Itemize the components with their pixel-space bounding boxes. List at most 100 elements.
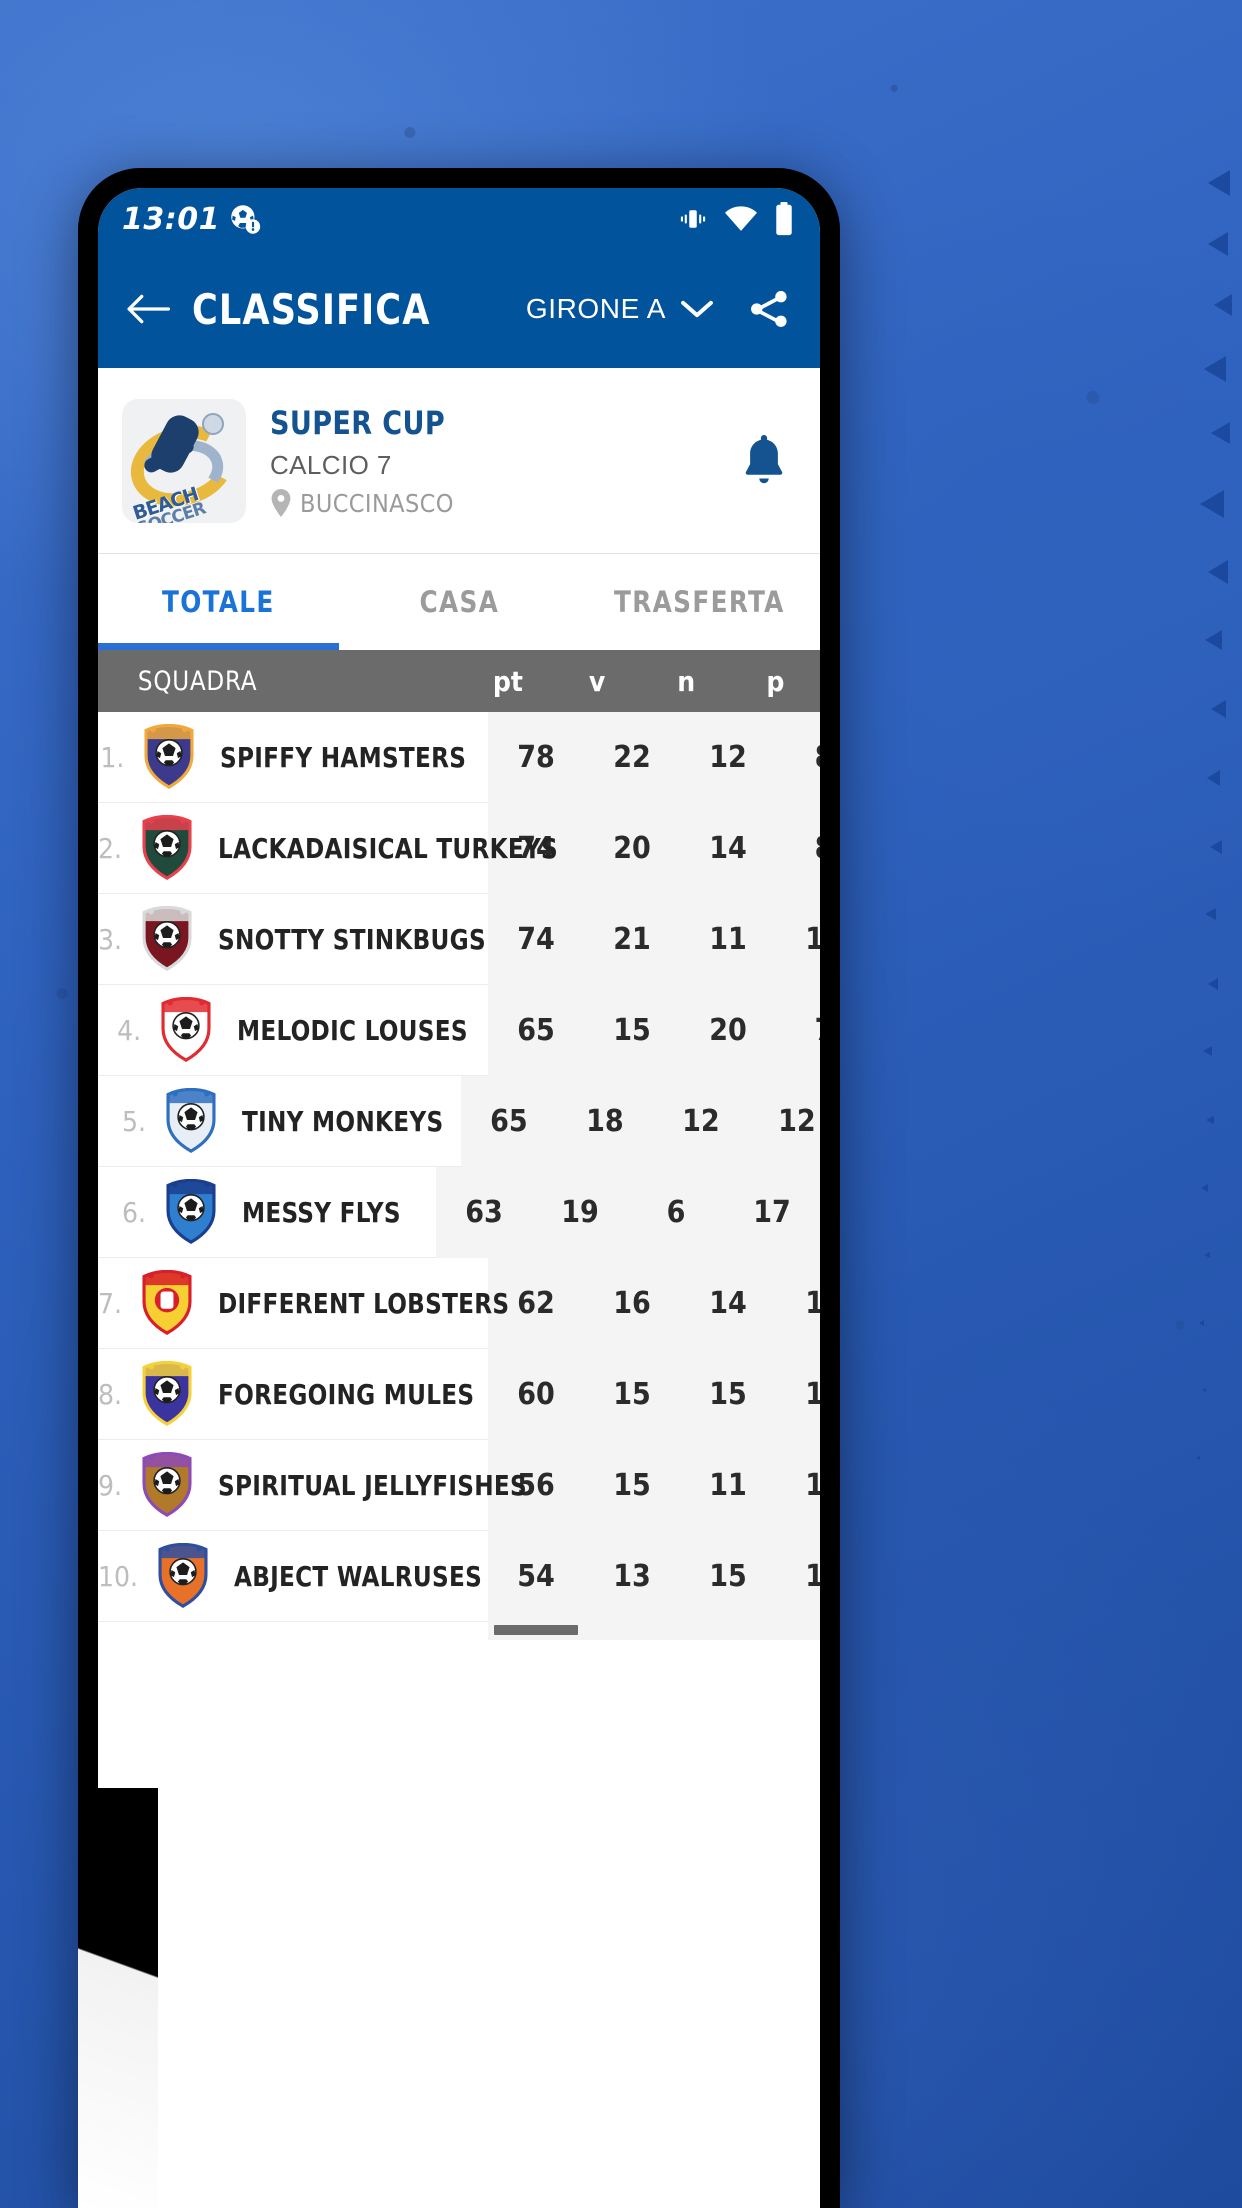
table-row-stats-cell: 56151116 xyxy=(488,1439,820,1531)
team-rank: 2. xyxy=(98,831,123,865)
team-losses: 12 xyxy=(778,1103,816,1139)
team-logo xyxy=(134,1451,200,1518)
team-draws: 12 xyxy=(709,739,747,775)
table-row-team-cell: 1. SPIFFY HAMSTERS xyxy=(98,723,488,790)
table-row[interactable]: 8. FOREGOING MULES 60 15 15 12 xyxy=(98,1348,820,1440)
phone-screen: 13:01 CLASSIFICA GIRONE A BEACH SOCCER S… xyxy=(98,188,820,2208)
team-draws: 11 xyxy=(709,921,747,957)
league-location: BUCCINASCO xyxy=(270,489,736,518)
team-draws: 14 xyxy=(709,830,747,866)
team-wins: 15 xyxy=(613,1467,651,1503)
crest-ball-icon xyxy=(202,412,224,435)
column-header-p[interactable]: p xyxy=(731,665,820,698)
league-info: SUPER CUP CALCIO 7 BUCCINASCO xyxy=(270,404,736,518)
team-wins: 15 xyxy=(613,1376,651,1412)
table-row-team-cell: 2. LACKADAISICAL TURKEYS xyxy=(98,814,558,881)
team-logo xyxy=(150,1542,216,1609)
table-row-team-cell: 6. MESSY FLYS xyxy=(98,1178,436,1245)
team-wins: 19 xyxy=(561,1194,599,1230)
bell-icon xyxy=(745,434,783,483)
active-tab-indicator xyxy=(98,643,339,650)
table-row[interactable]: 3. SNOTTY STINKBUGS 74 21 11 10 xyxy=(98,893,820,985)
location-pin-icon xyxy=(271,489,291,517)
team-wins: 21 xyxy=(613,921,651,957)
team-points: 63 xyxy=(465,1194,503,1230)
team-losses: 12 xyxy=(805,1376,820,1412)
team-name: ABJECT WALRUSES xyxy=(234,1559,483,1593)
table-row[interactable]: 4. MELODIC LOUSES 65 15 20 7 xyxy=(98,984,820,1076)
table-row-team-cell: 5. TINY MONKEYS xyxy=(98,1087,461,1154)
table-row[interactable]: 6. MESSY FLYS 63 19 6 17 xyxy=(98,1166,820,1258)
table-row[interactable]: 7. DIFFERENT LOBSTERS62161412 xyxy=(98,1257,820,1349)
league-crest: BEACH SOCCER xyxy=(122,398,246,523)
team-points: 65 xyxy=(490,1103,528,1139)
team-logo xyxy=(153,996,219,1063)
tab-casa[interactable]: CASA xyxy=(345,554,574,650)
team-logo xyxy=(158,1087,224,1154)
group-selector[interactable]: GIRONE A xyxy=(526,293,714,325)
team-losses: 17 xyxy=(753,1194,791,1230)
team-losses: 8 xyxy=(776,740,820,775)
team-rank: 5. xyxy=(121,1104,146,1138)
wallpaper-arrow-decorations xyxy=(1122,160,1242,1660)
status-bar-left: 13:01 xyxy=(122,202,262,237)
team-losses: 14 xyxy=(805,1558,820,1594)
notification-toggle-button[interactable] xyxy=(736,429,792,493)
team-name: DIFFERENT LOBSTERS xyxy=(218,1286,510,1320)
team-losses: 12 xyxy=(805,1285,820,1321)
team-wins: 22 xyxy=(613,739,651,775)
team-points: 60 xyxy=(517,1376,555,1412)
team-rank: 7. xyxy=(98,1286,123,1320)
team-draws: 20 xyxy=(709,1012,747,1048)
status-bar-right xyxy=(678,202,794,236)
team-losses: 16 xyxy=(805,1467,820,1503)
soccer-ball-alert-icon xyxy=(231,205,261,234)
group-selector-label: GIRONE A xyxy=(525,293,666,324)
team-draws: 12 xyxy=(682,1103,720,1139)
column-header-n[interactable]: n xyxy=(642,665,731,698)
horizontal-scrollbar[interactable] xyxy=(98,1622,820,1640)
column-header-squadra[interactable]: SQUADRA xyxy=(98,666,445,697)
table-row-stats-cell: 60 15 15 12 xyxy=(488,1348,820,1440)
table-row-stats-cell: 54 13 15 14 xyxy=(488,1530,820,1622)
tab-totale[interactable]: TOTALE xyxy=(104,554,333,650)
table-row-team-cell: 3. SNOTTY STINKBUGS xyxy=(98,905,488,972)
table-row[interactable]: 5. TINY MONKEYS 65 18 12 12 xyxy=(98,1075,820,1167)
team-logo xyxy=(134,814,200,881)
column-header-v[interactable]: v xyxy=(552,665,641,698)
table-row[interactable]: 1. SPIFFY HAMSTERS 78 22 12 8 xyxy=(98,711,820,803)
app-bar: CLASSIFICA GIRONE A xyxy=(98,250,820,368)
team-logo xyxy=(134,1269,200,1336)
column-header-pt[interactable]: pt xyxy=(463,665,552,698)
table-row-team-cell: 10. ABJECT WALRUSES xyxy=(98,1542,488,1609)
league-header-card[interactable]: BEACH SOCCER SUPER CUP CALCIO 7 BUCCINAS… xyxy=(98,368,820,554)
standings-table-body: 1.SPIFFY HAMSTERS78221282.LACKADAISICAL … xyxy=(98,711,820,1622)
team-logo xyxy=(136,723,202,790)
table-row-stats-cell: 65 15 20 7 xyxy=(488,984,820,1076)
share-button[interactable] xyxy=(744,284,794,334)
team-rank: 9. xyxy=(98,1468,123,1502)
table-row[interactable]: 10. ABJECT WALRUSES 54 13 15 14 xyxy=(98,1530,820,1622)
status-bar: 13:01 xyxy=(98,188,820,250)
back-button[interactable] xyxy=(120,281,176,337)
team-rank: 4. xyxy=(117,1013,142,1047)
team-name: SPIRITUAL JELLYFISHES xyxy=(218,1468,528,1502)
team-rank: 3. xyxy=(98,922,123,956)
table-row-stats-cell: 63 19 6 17 xyxy=(436,1166,820,1258)
table-row-stats-cell: 62161412 xyxy=(488,1257,820,1349)
team-points: 74 xyxy=(517,921,555,957)
horizontal-scroll-thumb[interactable] xyxy=(494,1625,578,1635)
tab-trasferta[interactable]: TRASFERTA xyxy=(585,554,814,650)
table-row[interactable]: 2.LACKADAISICAL TURKEYS7420148 xyxy=(98,802,820,894)
team-name: LACKADAISICAL TURKEYS xyxy=(218,831,559,865)
team-wins: 13 xyxy=(613,1558,651,1594)
team-losses: 8 xyxy=(776,831,820,866)
arrow-left-icon xyxy=(127,294,170,324)
table-row-team-cell: 4. MELODIC LOUSES xyxy=(98,996,488,1063)
table-row-team-cell: 7. DIFFERENT LOBSTERS xyxy=(98,1269,509,1336)
share-icon xyxy=(751,291,787,327)
table-row[interactable]: 9. SPIRITUAL JELLYFISHES56151116 xyxy=(98,1439,820,1531)
standings-tabs: TOTALE CASA TRASFERTA xyxy=(98,554,820,650)
phone-bottom-reflection xyxy=(78,1788,158,2208)
team-wins: 16 xyxy=(613,1285,651,1321)
